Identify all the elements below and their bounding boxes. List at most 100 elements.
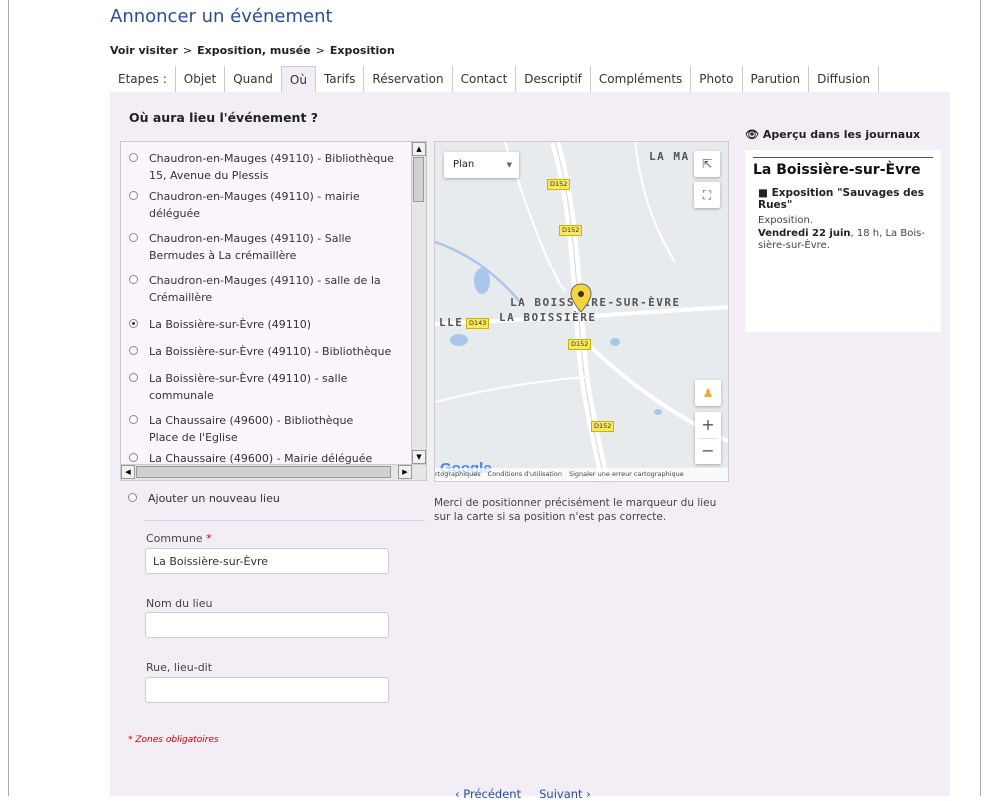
map-label-town: LA BOISSIÈRE-SUR-ÈVRE: [510, 296, 681, 309]
map-pond: [450, 334, 468, 346]
radio-button[interactable]: [129, 233, 138, 242]
zoom-in-button[interactable]: +: [695, 412, 721, 438]
place-option[interactable]: La Chaussaire (49600) - Mairie déléguée: [121, 450, 411, 464]
preview-rule: [753, 157, 933, 158]
place-option-name: La Boissière-sur-Èvre (49110): [149, 318, 312, 331]
tab-objet[interactable]: Objet: [174, 66, 224, 92]
scroll-right-arrow-icon[interactable]: ▶: [398, 465, 412, 479]
place-option-detail: 15, Avenue du Plessis: [149, 169, 269, 182]
place-option[interactable]: Chaudron-en-Mauges (49110) - Salle Bermud…: [121, 230, 411, 264]
place-option-name: La Boissière-sur-Èvre (49110) - Biblioth…: [149, 345, 392, 358]
zoom-control: + −: [695, 412, 721, 464]
road-number-label: D152: [568, 339, 592, 350]
place-option[interactable]: Chaudron-en-Mauges (49110) - mairie délég…: [121, 188, 411, 222]
breadcrumb: Voir visiter > Exposition, musée > Expositio…: [110, 44, 395, 57]
radio-button-checked[interactable]: [129, 319, 138, 328]
map-type-select[interactable]: Plan ▼: [444, 152, 519, 178]
breadcrumb-separator: >: [315, 44, 325, 57]
page-frame-left: [8, 0, 9, 796]
commune-label: Commune *: [146, 532, 212, 545]
place-option[interactable]: La Boissière-sur-Èvre (49110) - salle com…: [121, 370, 411, 404]
place-option-detail: déléguée: [149, 207, 201, 220]
bullet-icon: ■: [758, 187, 772, 199]
expand-map-icon[interactable]: ⇱: [694, 151, 720, 177]
map-pond: [610, 338, 620, 346]
place-option-name: La Chaussaire (49600) - Bibliothèque: [149, 414, 354, 427]
preview-heading: 👁 Aperçu dans les journaux: [745, 128, 920, 141]
tab-tarifs[interactable]: Tarifs: [314, 66, 363, 92]
tab-contact[interactable]: Contact: [451, 66, 516, 92]
scroll-up-arrow-icon[interactable]: ▲: [412, 142, 426, 156]
radio-button[interactable]: [129, 373, 138, 382]
radio-button[interactable]: [129, 275, 138, 284]
preview-category: Exposition.: [758, 215, 814, 226]
tab-quand[interactable]: Quand: [224, 66, 281, 92]
street-label: Rue, lieu-dit: [146, 661, 213, 674]
add-new-place-option[interactable]: Ajouter un nouveau lieu: [120, 490, 457, 507]
road-number-label: D152: [559, 225, 583, 236]
step-pager: ‹ Précédent Suivant ›: [455, 787, 609, 801]
place-option-detail: Crémaillère: [149, 291, 213, 304]
map-label-place: LLE: [439, 316, 464, 329]
tab-complements[interactable]: Compléments: [589, 66, 690, 92]
place-list-content: Chaudron-en-Mauges (49110) - Bibliothèqu…: [121, 142, 411, 464]
radio-button[interactable]: [128, 493, 137, 502]
newspaper-preview: La Boissière-sur-Èvre ■ Exposition "Sauv…: [745, 150, 941, 332]
required-fields-note: * Zones obligatoires: [128, 735, 219, 745]
breadcrumb-separator: >: [182, 44, 193, 57]
scroll-thumb[interactable]: [136, 466, 391, 478]
map-attribution-data: rtographiques: [435, 470, 481, 478]
place-list[interactable]: Chaudron-en-Mauges (49110) - Bibliothèqu…: [120, 141, 427, 481]
map-road-minor: [435, 376, 586, 403]
commune-input[interactable]: [145, 548, 389, 574]
scroll-thumb[interactable]: [413, 157, 424, 202]
tab-photo[interactable]: Photo: [690, 66, 741, 92]
map[interactable]: Plan ▼ ⇱ ⛶ ♟ + − LA MA LA BOISSIÈRE-SUR-È…: [434, 141, 729, 482]
place-option-selected[interactable]: La Boissière-sur-Èvre (49110): [121, 316, 411, 333]
radio-button[interactable]: [129, 415, 138, 424]
radio-button[interactable]: [129, 346, 138, 355]
map-label-place: LA MA: [649, 150, 690, 163]
tab-parution[interactable]: Parution: [741, 66, 809, 92]
map-attribution: rtographiques Conditions d'utilisation Sig…: [435, 468, 728, 481]
fullscreen-icon[interactable]: ⛶: [694, 182, 720, 208]
place-option[interactable]: Chaudron-en-Mauges (49110) - salle de la…: [121, 272, 411, 306]
map-pond: [654, 409, 662, 415]
step-tabs: Etapes : Objet Quand Où Tarifs Réservati…: [110, 66, 880, 92]
place-option-detail: Place de l'Eglise: [149, 431, 238, 444]
place-option-name: Chaudron-en-Mauges (49110) - Bibliothèqu…: [149, 152, 394, 165]
breadcrumb-item: Exposition: [329, 44, 395, 57]
radio-button[interactable]: [129, 453, 138, 462]
add-new-place-label: Ajouter un nouveau lieu: [148, 492, 280, 505]
preview-date-bold: Vendredi 22 juin: [758, 228, 851, 239]
report-error-link[interactable]: Signaler une erreur cartographique: [569, 470, 684, 478]
breadcrumb-item: Voir visiter: [110, 44, 178, 57]
radio-button[interactable]: [129, 191, 138, 200]
tab-diffusion[interactable]: Diffusion: [808, 66, 880, 92]
scroll-down-arrow-icon[interactable]: ▼: [412, 450, 426, 464]
map-pin-icon[interactable]: [570, 283, 592, 313]
place-option[interactable]: Chaudron-en-Mauges (49110) - Bibliothèqu…: [121, 142, 411, 184]
previous-button[interactable]: ‹ Précédent: [455, 787, 521, 801]
place-list-horizontal-scrollbar[interactable]: ◀ ▶: [121, 464, 426, 480]
radio-button[interactable]: [129, 153, 138, 162]
zoom-out-button[interactable]: −: [695, 438, 721, 464]
commune-label-text: Commune: [146, 532, 203, 545]
tab-reservation[interactable]: Réservation: [363, 66, 451, 92]
zoom-separator: [699, 438, 717, 439]
divider: [145, 520, 425, 521]
place-name-input[interactable]: [145, 612, 389, 638]
next-button[interactable]: Suivant ›: [539, 787, 591, 801]
place-option[interactable]: La Boissière-sur-Èvre (49110) - Biblioth…: [121, 343, 411, 360]
scroll-left-arrow-icon[interactable]: ◀: [121, 465, 135, 479]
place-option[interactable]: La Chaussaire (49600) - Bibliothèque Plac…: [121, 412, 411, 446]
place-option-name: Chaudron-en-Mauges (49110) - salle de la: [149, 274, 381, 287]
place-option-name: La Chaussaire (49600) - Mairie déléguée: [149, 452, 373, 464]
terms-link[interactable]: Conditions d'utilisation: [488, 470, 562, 478]
preview-date: Vendredi 22 juin, 18 h, La Bois-sière-su…: [758, 228, 940, 252]
place-list-vertical-scrollbar[interactable]: ▲ ▼: [411, 142, 426, 464]
street-input[interactable]: [145, 677, 389, 703]
tab-ou[interactable]: Où: [280, 66, 315, 92]
street-view-pegman-icon[interactable]: ♟: [695, 380, 721, 406]
tab-descriptif[interactable]: Descriptif: [515, 66, 590, 92]
